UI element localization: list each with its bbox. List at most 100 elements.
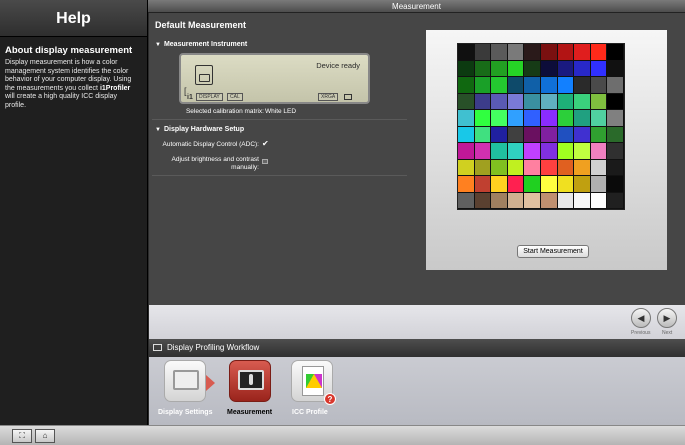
help-heading: About display measurement: [5, 45, 133, 56]
color-patch: [524, 192, 541, 209]
color-patch: [458, 110, 475, 127]
color-patch: [557, 44, 575, 61]
calibration-matrix-value: White LED: [265, 108, 297, 115]
icc-profile-document-icon: [302, 366, 324, 396]
color-patch: [524, 60, 541, 77]
color-patch: [574, 77, 591, 94]
device-brand: i1: [187, 94, 193, 101]
color-patch: [507, 93, 525, 110]
arrow-right-icon: ▶: [663, 313, 671, 323]
color-patch: [557, 159, 575, 176]
adc-checkbox[interactable]: ✔: [262, 139, 269, 148]
divider: [152, 175, 407, 176]
instrument-heading-label: Measurement Instrument: [163, 41, 248, 48]
color-patch: [607, 176, 624, 193]
fullscreen-icon: ⛶: [19, 431, 25, 440]
adjust-checkbox[interactable]: [262, 159, 268, 164]
color-patch: [557, 110, 575, 127]
color-patch: [507, 60, 525, 77]
color-patch: [607, 93, 624, 110]
color-patch: [557, 77, 575, 94]
workflow-step-label: Display Settings: [158, 409, 213, 416]
color-gamut-icon: [306, 374, 322, 388]
workflow-title: Display Profiling Workflow: [167, 343, 260, 352]
help-title: Help: [0, 0, 147, 37]
color-patch: [474, 143, 492, 160]
measurement-tile[interactable]: [229, 360, 271, 402]
color-patch: [458, 159, 475, 176]
color-patch: [507, 176, 525, 193]
color-patch: [590, 176, 608, 193]
color-patch: [507, 143, 525, 160]
disclosure-triangle-icon[interactable]: ▼: [155, 127, 161, 133]
help-body-brand: i1Profiler: [99, 84, 131, 92]
color-patch: [607, 143, 624, 160]
arrow-right-icon: [206, 375, 215, 391]
hardware-heading-label: Display Hardware Setup: [163, 126, 245, 133]
color-patch: [474, 126, 492, 143]
adc-label: Automatic Display Control (ADC):: [162, 141, 259, 148]
color-patch: [524, 44, 541, 61]
color-patch: [557, 143, 575, 160]
color-patch: [557, 93, 575, 110]
color-patch: [524, 93, 541, 110]
device-display: [ Device ready i1 DISPLAY CAL XRGA: [179, 53, 370, 104]
color-patch: [607, 44, 624, 61]
color-patch: [590, 159, 608, 176]
display-settings-tile[interactable]: [164, 360, 215, 402]
color-patch: [458, 143, 475, 160]
color-patch: [474, 93, 492, 110]
help-panel: Help About display measurement Display m…: [0, 0, 148, 425]
home-button[interactable]: ⌂: [35, 429, 55, 443]
navigation-strip: ◀ Previous ▶ Next: [149, 305, 685, 339]
color-patch: [541, 77, 558, 94]
color-patch: [507, 126, 525, 143]
device-tag-xrga: XRGA: [318, 93, 339, 101]
color-patch: [458, 126, 475, 143]
workflow-step-measurement[interactable]: Measurement: [225, 357, 285, 425]
workflow-header: Display Profiling Workflow: [149, 339, 685, 357]
color-patch: [507, 77, 525, 94]
color-patch: [607, 60, 624, 77]
color-patch: [524, 159, 541, 176]
color-patch: [491, 93, 508, 110]
hardware-heading[interactable]: ▼ Display Hardware Setup: [155, 126, 244, 133]
previous-button[interactable]: ◀: [631, 308, 651, 328]
workflow-panel: Display Profiling Workflow Display Setti…: [149, 339, 685, 425]
color-patch: [524, 110, 541, 127]
color-patch: [507, 159, 525, 176]
color-patch: [590, 44, 608, 61]
color-patch: [524, 143, 541, 160]
disclosure-triangle-icon[interactable]: ▼: [155, 42, 161, 48]
color-patch: [574, 176, 591, 193]
color-patch: [507, 44, 525, 61]
color-patch: [557, 192, 575, 209]
color-patch: [524, 176, 541, 193]
instrument-heading[interactable]: ▼ Measurement Instrument: [155, 41, 247, 48]
color-patch: [491, 192, 508, 209]
help-body-text-2: will create a high quality ICC display p…: [5, 93, 118, 109]
next-button[interactable]: ▶: [657, 308, 677, 328]
fullscreen-button[interactable]: ⛶: [12, 429, 32, 443]
display-settings-icon: [173, 370, 199, 390]
workflow-step-icc-profile[interactable]: ? ICC Profile: [289, 357, 345, 425]
start-measurement-button[interactable]: Start Measurement: [517, 245, 589, 258]
color-patch: [491, 77, 508, 94]
workflow-step-label: ICC Profile: [292, 409, 328, 416]
question-badge-icon: ?: [324, 393, 336, 405]
arrow-left-icon: ◀: [637, 313, 645, 323]
monitor-icon: [344, 94, 352, 100]
color-patch: [541, 143, 558, 160]
color-patch: [541, 159, 558, 176]
color-patch: [557, 126, 575, 143]
color-patch: [541, 44, 558, 61]
color-patch: [590, 143, 608, 160]
color-patch: [458, 192, 475, 209]
measurement-preview: Start Measurement: [426, 30, 667, 270]
workflow-step-display-settings[interactable]: Display Settings: [157, 357, 223, 425]
icc-profile-tile[interactable]: ?: [291, 360, 336, 405]
color-patch: [574, 159, 591, 176]
device-tag-display: DISPLAY: [196, 93, 223, 101]
color-patch: [458, 44, 475, 61]
color-patch: [607, 159, 624, 176]
